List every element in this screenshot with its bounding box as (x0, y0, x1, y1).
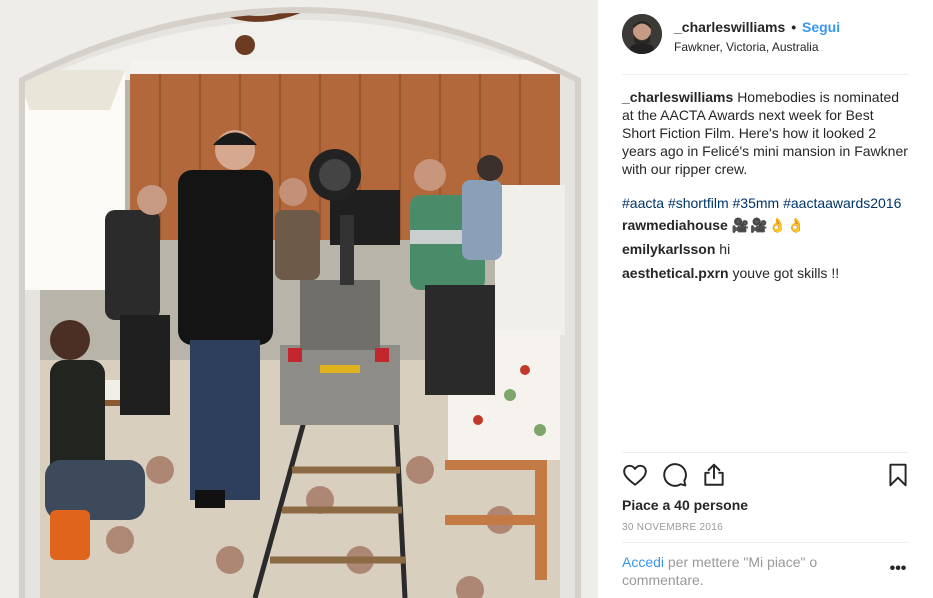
comment-text: hi (719, 241, 731, 257)
login-prompt: Accedi per mettere "Mi piace" o commenta… (622, 553, 887, 589)
avatar[interactable] (622, 14, 662, 54)
comment-username[interactable]: emilykarlsson (622, 241, 715, 257)
caption-username[interactable]: _charleswilliams (622, 89, 733, 105)
header-text: _charleswilliams • Segui Fawkner, Victor… (674, 18, 840, 55)
hashtag-link[interactable]: #aactaawards2016 (783, 195, 901, 211)
post-photo[interactable] (0, 0, 598, 598)
hashtag-link[interactable]: #shortfilm (668, 195, 729, 211)
comment-text: 🎥🎥👌👌 (731, 217, 806, 233)
location-link[interactable]: Fawkner, Victoria, Australia (674, 39, 840, 55)
actions-divider (622, 452, 909, 453)
author-username[interactable]: _charleswilliams (674, 19, 785, 35)
comment-item: emilykarlsson hi (622, 240, 909, 258)
login-link[interactable]: Accedi (622, 554, 664, 570)
instagram-post: _charleswilliams • Segui Fawkner, Victor… (0, 0, 933, 598)
post-details-panel: _charleswilliams • Segui Fawkner, Victor… (598, 0, 933, 598)
follow-button[interactable]: Segui (802, 19, 840, 35)
comment-item: aesthetical.pxrn youve got skills !! (622, 264, 909, 282)
post-header: _charleswilliams • Segui Fawkner, Victor… (622, 14, 909, 74)
comment-text: youve got skills !! (732, 265, 840, 281)
hashtag-link[interactable]: #aacta (622, 195, 664, 211)
post-date[interactable]: 30 NOVEMBRE 2016 (622, 522, 723, 533)
author-row: _charleswilliams • Segui (674, 18, 840, 36)
hashtag-link[interactable]: #35mm (733, 195, 780, 211)
hashtags: #aacta #shortfilm #35mm #aactaawards2016 (622, 194, 909, 212)
separator-dot: • (791, 19, 797, 35)
comment-username[interactable]: aesthetical.pxrn (622, 265, 729, 281)
comment-item: rawmediahouse 🎥🎥👌👌 (622, 216, 909, 234)
bookmark-icon[interactable] (885, 462, 911, 488)
likes-count[interactable]: Piace a 40 persone (622, 497, 748, 513)
header-divider (622, 74, 909, 75)
footer-divider (622, 542, 909, 543)
action-bar (622, 460, 909, 494)
comment-username[interactable]: rawmediahouse (622, 217, 728, 233)
film-set-photo (0, 0, 598, 598)
more-options-icon[interactable]: ••• (888, 560, 908, 580)
user-photo-icon (622, 14, 662, 54)
caption: _charleswilliams Homebodies is nominated… (622, 88, 909, 178)
comment-bubble-icon[interactable] (662, 462, 688, 488)
heart-icon[interactable] (622, 462, 648, 488)
comments-section: _charleswilliams Homebodies is nominated… (622, 88, 909, 288)
share-icon[interactable] (701, 462, 727, 488)
